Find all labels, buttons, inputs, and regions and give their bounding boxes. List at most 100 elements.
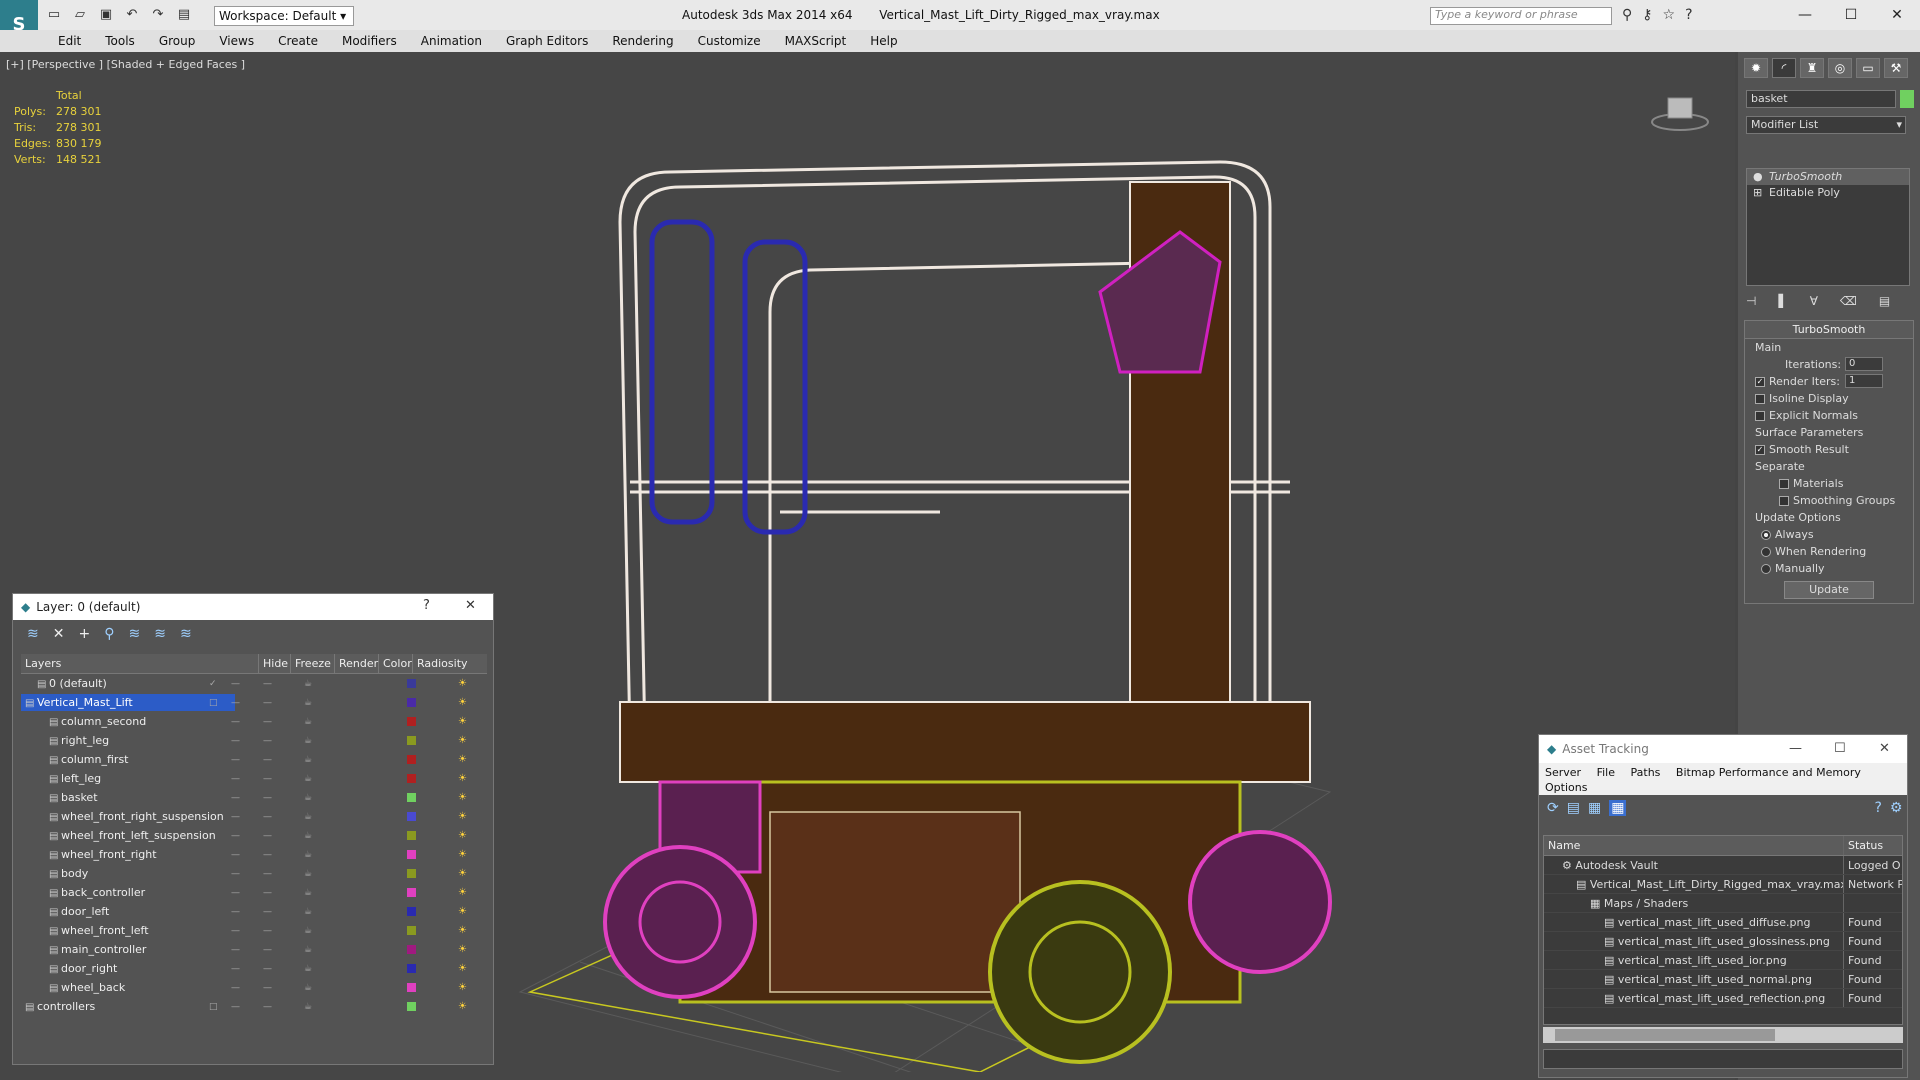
layer-color-swatch[interactable] bbox=[407, 793, 416, 802]
hide-all-layers-icon[interactable]: ≋ bbox=[154, 626, 166, 642]
radiosity-icon[interactable]: ☀ bbox=[458, 754, 472, 766]
create-tab-icon[interactable]: ✹ bbox=[1744, 58, 1768, 78]
menu-graph-editors[interactable]: Graph Editors bbox=[494, 30, 600, 52]
menu-rendering[interactable]: Rendering bbox=[600, 30, 685, 52]
freeze-all-layers-icon[interactable]: ≋ bbox=[180, 626, 192, 642]
layer-row[interactable]: ▤ column_second — — ☕ ☀ bbox=[21, 712, 487, 731]
layer-row[interactable]: ▤ Vertical_Mast_Lift □ — — ☕ ☀ bbox=[21, 693, 487, 712]
hierarchy-tab-icon[interactable]: ♜ bbox=[1800, 58, 1824, 78]
render-toggle[interactable]: ☕ bbox=[304, 793, 312, 803]
save-icon[interactable]: ▣ bbox=[96, 6, 116, 24]
render-toggle[interactable]: ☕ bbox=[304, 926, 312, 936]
layer-row[interactable]: ▤ 0 (default) ✓ — — ☕ ☀ bbox=[21, 674, 487, 693]
freeze-toggle[interactable]: — bbox=[263, 793, 272, 803]
layer-name[interactable]: ▤ column_second bbox=[21, 713, 235, 730]
freeze-toggle[interactable]: — bbox=[263, 983, 272, 993]
freeze-toggle[interactable]: — bbox=[263, 736, 272, 746]
hide-toggle[interactable]: — bbox=[231, 755, 240, 765]
layer-color-swatch[interactable] bbox=[407, 679, 416, 688]
explicit-normals-checkbox[interactable] bbox=[1755, 411, 1765, 421]
create-layer-icon[interactable]: ≋ bbox=[27, 626, 39, 642]
layer-row[interactable]: ▤ main_controller — — ☕ ☀ bbox=[21, 940, 487, 959]
object-name-field[interactable]: basket bbox=[1746, 90, 1896, 108]
freeze-toggle[interactable]: — bbox=[263, 812, 272, 822]
freeze-toggle[interactable]: — bbox=[263, 907, 272, 917]
help-icon[interactable]: ? bbox=[1685, 7, 1692, 23]
layer-color-swatch[interactable] bbox=[407, 888, 416, 897]
render-toggle[interactable]: ☕ bbox=[304, 945, 312, 955]
freeze-toggle[interactable]: — bbox=[263, 774, 272, 784]
settings-icon[interactable]: ⚙ bbox=[1890, 800, 1903, 816]
expand-icon[interactable]: ⊞ bbox=[1753, 185, 1762, 201]
table-view-icon[interactable]: ▦ bbox=[1609, 800, 1627, 816]
open-file-icon[interactable]: ▱ bbox=[70, 6, 90, 24]
menu-bitmap-performance[interactable]: Bitmap Performance and Memory bbox=[1676, 766, 1861, 779]
select-layer-objects-icon[interactable]: ⚲ bbox=[104, 626, 114, 642]
layer-name[interactable]: ▤ 0 (default) bbox=[21, 675, 235, 692]
layer-color-swatch[interactable] bbox=[407, 698, 416, 707]
render-toggle[interactable]: ☕ bbox=[304, 774, 312, 784]
make-unique-icon[interactable]: ∀ bbox=[1810, 294, 1818, 308]
radiosity-icon[interactable]: ☀ bbox=[458, 735, 472, 747]
layer-name[interactable]: ▤ door_right bbox=[21, 960, 235, 977]
scrollbar-thumb[interactable] bbox=[1555, 1029, 1775, 1041]
isoline-checkbox[interactable] bbox=[1755, 394, 1765, 404]
delete-layer-icon[interactable]: ✕ bbox=[53, 626, 65, 642]
remove-modifier-icon[interactable]: ⌫ bbox=[1840, 294, 1857, 308]
freeze-toggle[interactable]: — bbox=[263, 888, 272, 898]
render-toggle[interactable]: ☕ bbox=[304, 888, 312, 898]
layer-color-swatch[interactable] bbox=[407, 926, 416, 935]
hide-toggle[interactable]: — bbox=[231, 717, 240, 727]
menu-group[interactable]: Group bbox=[147, 30, 208, 52]
layer-name[interactable]: ▤ wheel_front_left_suspension bbox=[21, 827, 235, 844]
layer-name[interactable]: ▤ left_leg bbox=[21, 770, 235, 787]
always-radio[interactable] bbox=[1761, 530, 1771, 540]
freeze-toggle[interactable]: — bbox=[263, 1002, 272, 1012]
binoculars-icon[interactable]: ⚲ bbox=[1622, 7, 1632, 23]
render-toggle[interactable]: ☕ bbox=[304, 831, 312, 841]
radiosity-icon[interactable]: ☀ bbox=[458, 849, 472, 861]
update-button[interactable]: Update bbox=[1784, 581, 1874, 599]
radiosity-icon[interactable]: ☀ bbox=[458, 906, 472, 918]
layer-name[interactable]: ▤ main_controller bbox=[21, 941, 235, 958]
layer-row[interactable]: ▤ column_first — — ☕ ☀ bbox=[21, 750, 487, 769]
hide-toggle[interactable]: — bbox=[231, 850, 240, 860]
when-rendering-radio[interactable] bbox=[1761, 547, 1771, 557]
render-toggle[interactable]: ☕ bbox=[304, 964, 312, 974]
hide-toggle[interactable]: — bbox=[231, 736, 240, 746]
freeze-toggle[interactable]: — bbox=[263, 717, 272, 727]
radiosity-icon[interactable]: ☀ bbox=[458, 716, 472, 728]
layer-name[interactable]: ▤ Vertical_Mast_Lift bbox=[21, 694, 235, 711]
layer-name[interactable]: ▤ wheel_front_right_suspension bbox=[21, 808, 235, 825]
freeze-toggle[interactable]: — bbox=[263, 869, 272, 879]
key-icon[interactable]: ⚷ bbox=[1642, 7, 1652, 23]
radiosity-icon[interactable]: ☀ bbox=[458, 982, 472, 994]
layer-row[interactable]: ▤ controllers □ — — ☕ ☀ bbox=[21, 997, 487, 1016]
menu-modifiers[interactable]: Modifiers bbox=[330, 30, 409, 52]
layer-name[interactable]: ▤ back_controller bbox=[21, 884, 235, 901]
column-hide[interactable]: Hide bbox=[259, 654, 291, 673]
viewport-label[interactable]: [+] [Perspective ] [Shaded + Edged Faces… bbox=[6, 58, 245, 71]
layer-name[interactable]: ▤ wheel_front_right bbox=[21, 846, 235, 863]
layer-row[interactable]: ▤ wheel_front_right — — ☕ ☀ bbox=[21, 845, 487, 864]
radiosity-icon[interactable]: ☀ bbox=[458, 678, 472, 690]
layer-color-swatch[interactable] bbox=[407, 983, 416, 992]
maximize-icon[interactable]: ☐ bbox=[1828, 0, 1874, 30]
layer-color-swatch[interactable] bbox=[407, 812, 416, 821]
column-radiosity[interactable]: Radiosity bbox=[413, 654, 487, 673]
render-toggle[interactable]: ☕ bbox=[304, 850, 312, 860]
layer-color-swatch[interactable] bbox=[407, 850, 416, 859]
layer-row[interactable]: ▤ wheel_front_left_suspension — — ☕ ☀ bbox=[21, 826, 487, 845]
layer-name[interactable]: ▤ wheel_front_left bbox=[21, 922, 235, 939]
layer-row[interactable]: ▤ wheel_back — — ☕ ☀ bbox=[21, 978, 487, 997]
star-icon[interactable]: ☆ bbox=[1663, 7, 1676, 23]
hide-toggle[interactable]: — bbox=[231, 964, 240, 974]
radiosity-icon[interactable]: ☀ bbox=[458, 792, 472, 804]
radiosity-icon[interactable]: ☀ bbox=[458, 944, 472, 956]
menu-animation[interactable]: Animation bbox=[409, 30, 494, 52]
manually-radio[interactable] bbox=[1761, 564, 1771, 574]
layer-name[interactable]: ▤ wheel_back bbox=[21, 979, 235, 996]
column-status[interactable]: Status bbox=[1844, 836, 1902, 855]
menu-paths[interactable]: Paths bbox=[1631, 766, 1661, 779]
render-toggle[interactable]: ☕ bbox=[304, 983, 312, 993]
